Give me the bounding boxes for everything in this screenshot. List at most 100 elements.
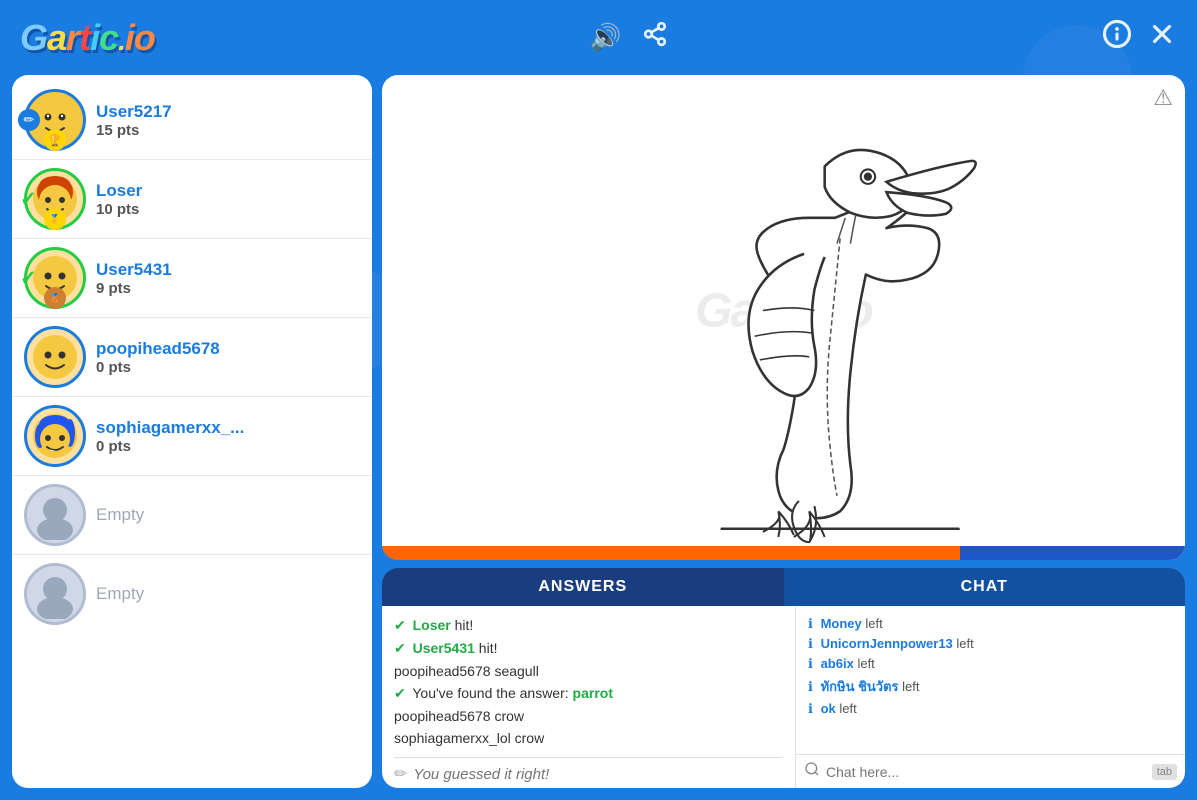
- info-icon: ℹ: [808, 679, 813, 694]
- answer-line: sophiagamerxx_lol crow: [394, 727, 783, 749]
- avatar-empty: [24, 484, 86, 546]
- player-item-empty: Empty: [12, 476, 372, 555]
- tab-content: ✔ Loser hit! ✔ User5431 hit! poopihead56…: [382, 606, 1185, 788]
- player-avatar-wrap: [24, 484, 86, 546]
- player-pts: 9 pts: [96, 280, 360, 297]
- header-center: 🔊: [589, 21, 667, 54]
- answer-user: Loser: [413, 617, 451, 633]
- player-name: poopihead5678: [96, 339, 360, 359]
- player-item: ✓ 🥇 Loser: [12, 160, 372, 239]
- tab-answers[interactable]: ANSWERS: [382, 568, 784, 606]
- player-item: sophiagamerxx_... 0 pts: [12, 397, 372, 476]
- answer-line: poopihead5678 seagull: [394, 660, 783, 682]
- pencil-icon: ✏: [394, 764, 407, 784]
- chat-action: left: [839, 701, 856, 716]
- player-pts: 15 pts: [96, 122, 360, 139]
- info-button[interactable]: [1102, 19, 1132, 56]
- check-icon: ✔: [394, 617, 406, 633]
- check-mark: ✓: [20, 187, 37, 212]
- answers-panel: ✔ Loser hit! ✔ User5431 hit! poopihead56…: [382, 606, 796, 788]
- avatar-empty: [24, 563, 86, 625]
- rank-badge: 🥇: [44, 208, 66, 230]
- chat-username: UnicornJennpower13: [821, 636, 953, 651]
- answer-line: ✔ User5431 hit!: [394, 637, 783, 660]
- chat-action: left: [857, 656, 874, 671]
- answer-text: crow: [494, 708, 524, 724]
- player-avatar-wrap: ✏ 🏆: [24, 89, 86, 151]
- player-avatar-wrap: [24, 405, 86, 467]
- answer-line: ✔ Loser hit!: [394, 614, 783, 637]
- answer-text: seagull: [494, 663, 538, 679]
- bottom-panel: ANSWERS CHAT ✔ Loser hit! ✔ User5431 hit…: [382, 568, 1185, 788]
- player-info: sophiagamerxx_... 0 pts: [96, 418, 360, 455]
- header-right: [1102, 19, 1177, 56]
- info-icon: ℹ: [808, 636, 813, 651]
- chat-username: ทักษิน ชินวัตร: [821, 679, 899, 694]
- logo-container: Gartic.io: [20, 17, 155, 59]
- player-name-empty: Empty: [96, 505, 360, 525]
- answer-text: hit!: [479, 640, 498, 656]
- chat-input[interactable]: [826, 764, 1146, 780]
- share-button[interactable]: [642, 21, 668, 54]
- logo: Gartic.io: [20, 17, 155, 59]
- answer-reveal-text: You've found the answer:: [412, 685, 572, 701]
- players-panel: ✏ 🏆 User5217 15 pts: [12, 75, 372, 788]
- chat-username: Money: [821, 616, 862, 631]
- player-name-empty: Empty: [96, 584, 360, 604]
- player-info: User5217 15 pts: [96, 102, 360, 139]
- player-avatar-wrap: [24, 563, 86, 625]
- answer-word: parrot: [573, 685, 613, 701]
- player-name: Loser: [96, 181, 360, 201]
- search-icon: [804, 761, 820, 782]
- answer-text: crow: [515, 730, 545, 746]
- info-icon: ℹ: [808, 616, 813, 631]
- chat-message: ℹ ab6ix left: [808, 654, 1173, 674]
- chat-message: ℹ ทักษิน ชินวัตร left: [808, 674, 1173, 699]
- progress-bar: [382, 546, 1185, 560]
- answer-user: User5431: [413, 640, 475, 656]
- player-avatar-wrap: ✓ 🥇: [24, 168, 86, 230]
- check-icon: ✔: [394, 685, 406, 701]
- rank-badge: 🏆: [44, 129, 66, 151]
- rank-badge: 🥉: [44, 287, 66, 309]
- chat-messages: ℹ Money left ℹ UnicornJennpower13 left ℹ…: [796, 606, 1185, 754]
- header: Gartic.io 🔊: [0, 0, 1197, 75]
- chat-username: ok: [821, 701, 836, 716]
- chat-panel: ℹ Money left ℹ UnicornJennpower13 left ℹ…: [796, 606, 1185, 788]
- answer-user: poopihead5678: [394, 708, 491, 724]
- guess-input[interactable]: [413, 766, 783, 783]
- check-mark: ✓: [20, 266, 37, 291]
- player-item-empty: Empty: [12, 555, 372, 633]
- chat-action: left: [902, 679, 919, 694]
- close-button[interactable]: [1147, 19, 1177, 56]
- canvas-inner: Gartic.io: [382, 75, 1185, 546]
- answer-user: poopihead5678: [394, 663, 491, 679]
- chat-message: ℹ Money left: [808, 614, 1173, 634]
- player-pts: 0 pts: [96, 438, 360, 455]
- avatar: [24, 405, 86, 467]
- pencil-badge: ✏: [18, 109, 40, 131]
- player-name: User5431: [96, 260, 360, 280]
- player-item: ✓ 🥉 User5431 9 pts: [12, 239, 372, 318]
- info-icon: ℹ: [808, 656, 813, 671]
- chat-username: ab6ix: [821, 656, 854, 671]
- info-icon: ℹ: [808, 701, 813, 716]
- player-avatar-wrap: ✓ 🥉: [24, 247, 86, 309]
- player-info: User5431 9 pts: [96, 260, 360, 297]
- player-name: sophiagamerxx_...: [96, 418, 360, 438]
- check-icon: ✔: [394, 640, 406, 656]
- sound-button[interactable]: 🔊: [589, 22, 621, 53]
- progress-bar-fill: [382, 546, 960, 560]
- right-panel: ⚠ Gartic.io: [382, 75, 1185, 788]
- chat-action: left: [865, 616, 882, 631]
- canvas-area: ⚠ Gartic.io: [382, 75, 1185, 560]
- chat-input-wrap: tab: [796, 754, 1185, 788]
- player-info: Empty: [96, 584, 360, 604]
- answer-user: sophiagamerxx_lol: [394, 730, 511, 746]
- player-info: poopihead5678 0 pts: [96, 339, 360, 376]
- player-info: Loser 10 pts: [96, 181, 360, 218]
- chat-message: ℹ UnicornJennpower13 left: [808, 634, 1173, 654]
- answer-correct-reveal: ✔ You've found the answer: parrot: [394, 682, 783, 705]
- tab-chat[interactable]: CHAT: [784, 568, 1186, 606]
- player-name: User5217: [96, 102, 360, 122]
